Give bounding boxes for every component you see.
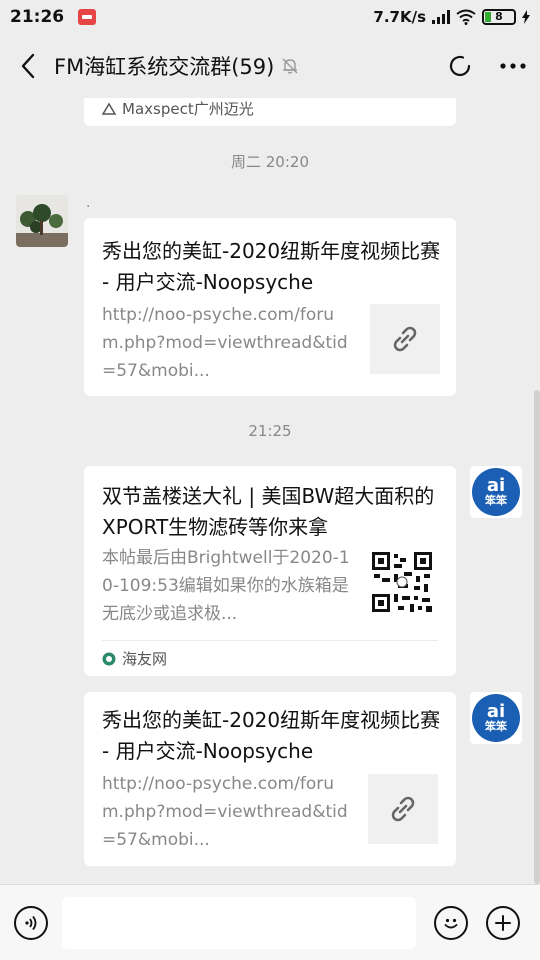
- battery-icon: 8: [482, 9, 516, 25]
- sender-avatar[interactable]: [16, 195, 68, 247]
- plant-photo-icon: [16, 195, 68, 247]
- card-description: 本帖最后由Brightwell于2020-10-109:53编辑如果你的水族箱是…: [102, 548, 350, 624]
- scrollbar[interactable]: [534, 390, 540, 884]
- link-message-card[interactable]: 秀出您的美缸-2020纽斯年度视频比赛 - 用户交流-Noopsyche htt…: [84, 692, 456, 866]
- card-description: http://noo-psyche.com/forum.php?mod=view…: [102, 774, 348, 850]
- refresh-icon[interactable]: [448, 54, 472, 78]
- emoji-button[interactable]: [434, 905, 468, 940]
- net-speed: 7.7K/s: [373, 8, 426, 26]
- emoji-icon: [444, 918, 458, 928]
- card-title: 秀出您的美缸-2020纽斯年度视频比赛 - 用户交流-Noopsyche: [102, 239, 441, 294]
- self-avatar[interactable]: ai 笨笨: [470, 466, 522, 518]
- chat-header: FM海缸系统交流群(59): [0, 34, 540, 98]
- sender-name: .: [86, 195, 91, 211]
- card-thumbnail: [370, 304, 440, 374]
- card-title: 秀出您的美缸-2020纽斯年度视频比赛 - 用户交流-Noopsyche: [102, 708, 441, 763]
- signal-icon: [432, 10, 450, 24]
- charging-icon: [522, 10, 530, 24]
- voice-input-button[interactable]: [14, 905, 48, 940]
- card-qr-thumbnail: [370, 550, 434, 614]
- timestamp: 21:25: [248, 422, 292, 440]
- ai-logo-icon: ai 笨笨: [472, 468, 520, 516]
- ai-logo-icon: ai 笨笨: [472, 694, 520, 742]
- source-logo-icon: [102, 652, 116, 665]
- back-button[interactable]: [14, 52, 42, 80]
- status-time: 21:26: [10, 7, 65, 27]
- link-icon: [393, 326, 417, 352]
- card-source: 海友网: [122, 650, 168, 668]
- qr-code-icon: [370, 550, 434, 614]
- self-avatar[interactable]: ai 笨笨: [470, 692, 522, 744]
- card-title: 双节盖楼送大礼 | 美国BW超大面积的XPORT生物滤砖等你来拿: [102, 484, 435, 539]
- card-description: http://noo-psyche.com/forum.php?mod=view…: [102, 305, 348, 381]
- card-source: Maxspect广州迈光: [122, 100, 254, 118]
- timestamp: 周二 20:20: [231, 153, 309, 171]
- voice-icon: [25, 915, 37, 930]
- notification-icon: [78, 9, 97, 25]
- message-card-partial[interactable]: Maxspect广州迈光: [84, 98, 456, 126]
- chevron-left-icon: [21, 53, 35, 79]
- link-icon: [391, 796, 415, 822]
- more-options-icon[interactable]: [500, 62, 526, 70]
- more-functions-button[interactable]: [486, 905, 520, 940]
- battery-level: 8: [495, 10, 503, 23]
- status-bar: 21:26 7.7K/s 8: [0, 0, 540, 34]
- link-message-card[interactable]: 双节盖楼送大礼 | 美国BW超大面积的XPORT生物滤砖等你来拿 本帖最后由Br…: [84, 466, 456, 676]
- input-bar: [0, 884, 540, 960]
- wifi-icon: [456, 9, 476, 25]
- message-input[interactable]: [62, 896, 416, 949]
- chat-messages[interactable]: Maxspect广州迈光 周二 20:20 . 秀出您的美缸-2020纽斯年度视…: [0, 98, 540, 884]
- mute-bell-icon: [282, 58, 298, 74]
- plus-icon: [495, 914, 511, 931]
- card-thumbnail: [368, 774, 438, 844]
- link-message-card[interactable]: 秀出您的美缸-2020纽斯年度视频比赛 - 用户交流-Noopsyche htt…: [84, 218, 456, 396]
- source-logo-icon: [102, 102, 116, 115]
- chat-title: FM海缸系统交流群(59): [54, 55, 275, 79]
